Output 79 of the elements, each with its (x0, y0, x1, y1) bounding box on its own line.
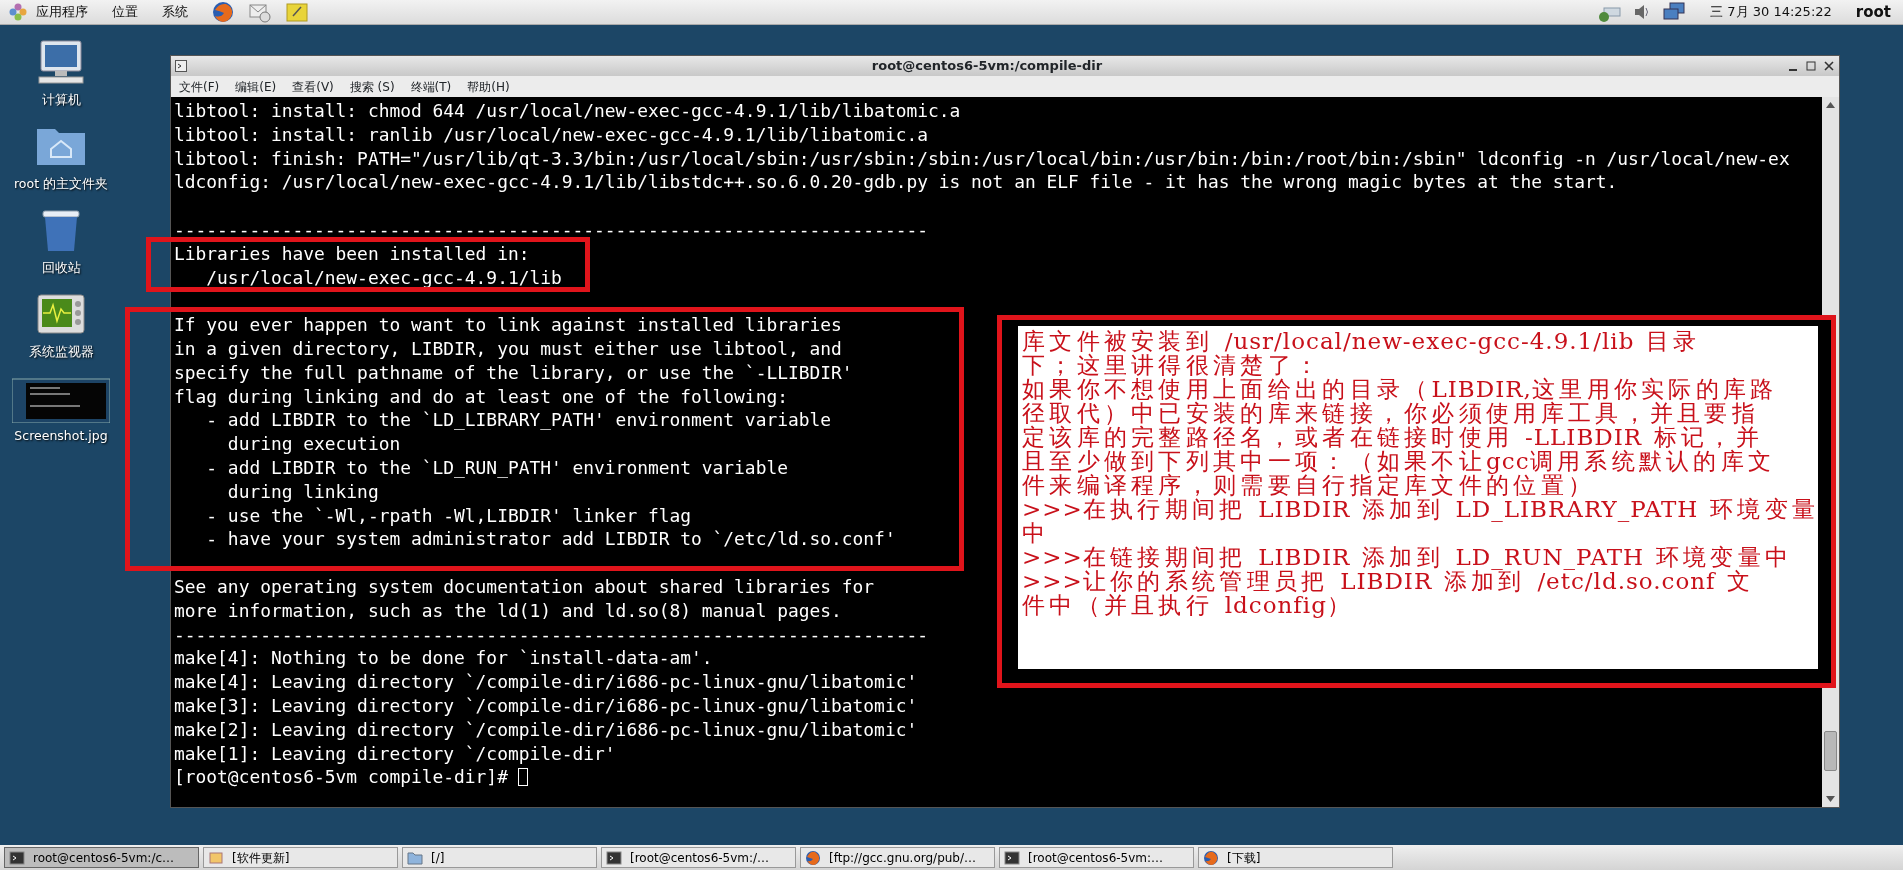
panel-menu[interactable]: 位置 (112, 2, 138, 22)
close-icon[interactable] (1823, 60, 1835, 72)
terminal-icon (1004, 849, 1020, 866)
terminal-line: specify the full pathname of the library, or use the `-LLIBDIR' (174, 360, 853, 385)
terminal-line: make[1]: Leaving directory `/compile-dir' (174, 741, 616, 766)
terminal-line: ---------------------------------------------------------------------- (174, 218, 928, 242)
terminal-icon (606, 849, 622, 866)
terminal-line: during linking (226, 479, 379, 504)
user-name[interactable]: root (1855, 0, 1891, 24)
terminal-line: in a given directory, LIBDIR, you must either use libtool, and (174, 336, 842, 361)
terminal-line: libtool: install: chmod 644 /usr/local/new-exec-gcc-4.9.1/lib/libatomic.a (174, 99, 961, 123)
menu-item[interactable]: 帮助(H) (467, 77, 510, 96)
desktop-icon-label[interactable]: root 的主文件夹 (13, 175, 108, 194)
annotation-line: 库文件被安装到 /usr/local/new-exec-gcc-4.9.1/lib 目录 (1022, 329, 1701, 353)
annotation-line: 件来编译程序，则需要自行指定库文件的位置） (1022, 473, 1596, 497)
folder-icon (407, 849, 423, 866)
window-title: root@centos6-5vm:/compile-dir (870, 57, 1104, 76)
taskbar-button[interactable]: [ftp://gcc.gnu.org/pub/… (800, 847, 995, 868)
mail-icon[interactable] (248, 1, 272, 23)
desktop-icon-label[interactable]: Screenshot.jpg (14, 427, 108, 446)
prompt-text: [root@centos6-5vm compile-dir]# (174, 765, 508, 790)
terminal-line: libtool: finish: PATH="/usr/lib/qt-3.3/bin:/usr/local/sbin:/usr/sbin:/sbin:/usr/local/bin:/usr/bin:/bin:/root/bin:/sbin" ldconfig -n /usr/local/new-ex (174, 146, 1790, 171)
terminal-line: ---------------------------------------------------------------------- (174, 622, 928, 647)
browser-icon[interactable] (212, 1, 234, 23)
terminal-line: more information, such as the ld(1) and ld.so(8) manual pages. (174, 598, 842, 623)
desktop-icon-label[interactable]: 计算机 (41, 91, 81, 110)
maximize-icon[interactable] (1805, 60, 1817, 72)
cursor-block (517, 768, 528, 787)
taskbar-button[interactable]: [软件更新] (203, 847, 398, 868)
menu-item[interactable]: 文件(F) (179, 77, 220, 96)
terminal-line: - add LIBDIR to the `LD_LIBRARY_PATH' environment variable (205, 408, 832, 433)
menu-item[interactable]: 查看(V) (292, 77, 334, 96)
taskbar-button[interactable]: [root@centos6-5vm:… (999, 847, 1194, 868)
terminal-line: flag during linking and do at least one of the following: (174, 384, 788, 409)
terminal-icon (9, 849, 25, 866)
window-menu-icon[interactable] (175, 60, 187, 72)
terminal-line: If you ever happen to want to link against installed libraries (174, 313, 842, 337)
app-menu-icon[interactable] (8, 2, 28, 22)
terminal-line: /usr/local/new-exec-gcc-4.9.1/lib (205, 265, 562, 290)
browser-icon (805, 849, 821, 866)
note-icon[interactable] (286, 1, 308, 23)
taskbar-button[interactable]: [/] (402, 847, 597, 868)
clock-text[interactable]: 三 7月 30 14:25:22 (1710, 2, 1832, 22)
taskbar-button[interactable]: [下载] (1198, 847, 1393, 868)
browser-icon (1203, 849, 1219, 866)
terminal-line: make[4]: Nothing to be done for `install-data-am'. (174, 646, 713, 671)
taskbar-button[interactable]: [root@centos6-5vm:/… (601, 847, 796, 868)
terminal-line: ldconfig: /usr/local/new-exec-gcc-4.9.1/lib/libstdc++.so.6.0.20-gdb.py is not an ELF file - it has the wrong magic bytes at the start. (174, 170, 1618, 195)
terminal-line: libtool: install: ranlib /usr/local/new-exec-gcc-4.9.1/lib/libatomic.a (174, 122, 928, 147)
annotation-line: 下；这里讲得很清楚了： (1022, 353, 1323, 377)
annotation-line: >>>让你的系统管理员把 LIBDIR 添加到 /etc/ld.so.conf 文 (1022, 569, 1755, 593)
menu-item[interactable]: 终端(T) (410, 77, 452, 96)
menu-item[interactable]: 编辑(E) (235, 77, 277, 96)
terminal-line: See any operating system documentation about shared libraries for (174, 574, 875, 599)
taskbar-button[interactable]: root@centos6-5vm:/c… (4, 847, 199, 868)
annotation-line: >>>在执行期间把 LIBDIR 添加到 LD_LIBRARY_PATH 环境变量 (1022, 497, 1820, 521)
annotation-line: 径取代）中已安装的库来链接，你必须使用库工具，并且要指 (1022, 401, 1760, 425)
network-monitor-icon[interactable] (1662, 2, 1687, 22)
annotation-line: >>>在链接期间把 LIBDIR 添加到 LD_RUN_PATH 环境变量中 (1022, 545, 1793, 569)
panel-menu[interactable]: 系统 (162, 2, 188, 22)
terminal-line: make[3]: Leaving directory `/compile-dir/i686-pc-linux-gnu/libatomic' (174, 693, 918, 718)
terminal-line: during execution (226, 432, 401, 456)
menu-item[interactable]: 搜索 (S) (349, 77, 395, 96)
terminal-line: Libraries have been installed in: (174, 241, 530, 266)
panel-menu[interactable]: 应用程序 (36, 2, 88, 22)
screenshot-thumbnail-icon[interactable] (12, 375, 110, 423)
update-icon (208, 849, 224, 866)
scrollbar-thumb[interactable] (1824, 731, 1837, 771)
terminal-line: make[4]: Leaving directory `/compile-dir/i686-pc-linux-gnu/libatomic' (174, 670, 918, 694)
annotation-line: 如果你不想使用上面给出的目录（LIBDIR,这里用你实际的库路 (1022, 377, 1778, 401)
annotation-line: 中 (1022, 521, 1050, 545)
terminal-line: make[2]: Leaving directory `/compile-dir/i686-pc-linux-gnu/libatomic' (174, 717, 918, 742)
annotation-line: 定该库的完整路径名，或者在链接时使用 -LLIBDIR 标记，并 (1022, 425, 1763, 449)
desktop-icon-label[interactable]: 回收站 (41, 259, 81, 278)
terminal-line: - use the `-Wl,-rpath -Wl,LIBDIR' linker flag (205, 503, 691, 528)
terminal-line: - add LIBDIR to the `LD_RUN_PATH' environment variable (205, 455, 788, 480)
desktop-icon-label[interactable]: 系统监视器 (28, 343, 94, 362)
terminal-line: - have your system administrator add LIBDIR to `/etc/ld.so.conf' (205, 527, 896, 552)
annotation-line: 件中（并且执行 ldconfig） (1022, 593, 1355, 617)
